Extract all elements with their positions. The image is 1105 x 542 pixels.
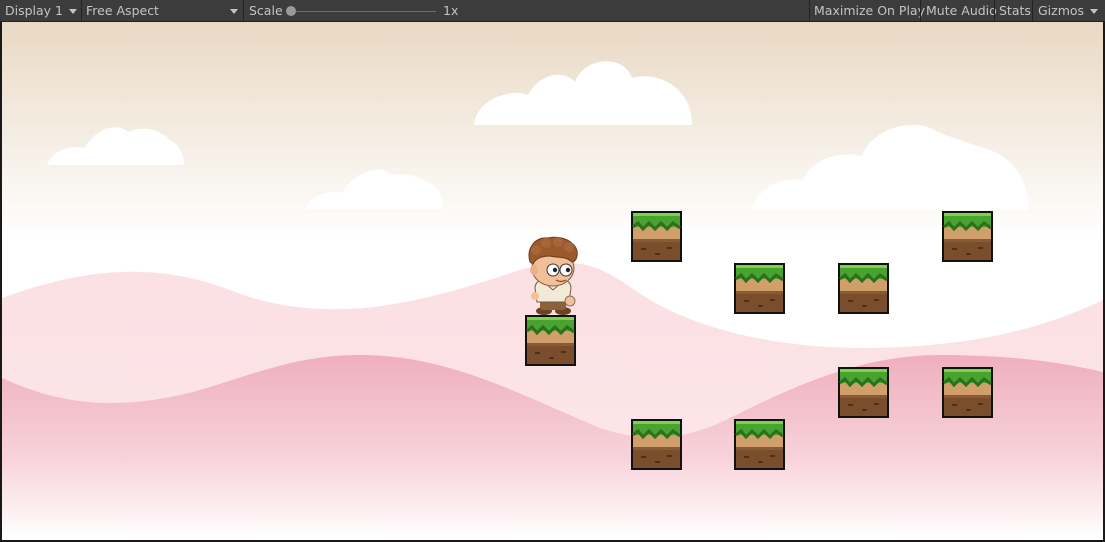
- scale-value: 1x: [443, 3, 459, 18]
- toolbar-divider: [243, 0, 244, 22]
- grass-block: [836, 261, 891, 316]
- toolbar-divider: [809, 0, 810, 22]
- toolbar-divider: [81, 0, 82, 22]
- grass-block: [629, 209, 684, 264]
- maximize-on-play-toggle[interactable]: Maximize On Play: [814, 0, 925, 22]
- gizmos-dropdown-caret-icon[interactable]: [1090, 9, 1098, 14]
- grass-block: [940, 209, 995, 264]
- scale-label: Scale: [249, 3, 283, 18]
- grass-block: [940, 365, 995, 420]
- stats-toggle[interactable]: Stats: [999, 0, 1031, 22]
- aspect-dropdown-caret-icon[interactable]: [230, 9, 238, 14]
- mute-audio-toggle[interactable]: Mute Audio: [926, 0, 997, 22]
- game-view-toolbar: Display 1 Free Aspect Scale 1x Maximize …: [0, 0, 1105, 22]
- scale-slider-track[interactable]: [290, 11, 436, 12]
- scale-slider-thumb[interactable]: [286, 6, 296, 16]
- toolbar-divider: [994, 0, 995, 22]
- toolbar-divider: [920, 0, 921, 22]
- grass-block: [836, 365, 891, 420]
- grass-block: [732, 261, 787, 316]
- grass-block: [523, 313, 578, 368]
- aspect-dropdown[interactable]: Free Aspect: [86, 0, 159, 22]
- display-dropdown-caret-icon[interactable]: [69, 9, 77, 14]
- gizmos-toggle[interactable]: Gizmos: [1038, 0, 1084, 22]
- display-dropdown[interactable]: Display 1: [5, 0, 63, 22]
- toolbar-divider: [1032, 0, 1033, 22]
- display-label: Display 1: [5, 3, 64, 18]
- aspect-label: Free Aspect: [86, 3, 159, 18]
- game-view-viewport[interactable]: [2, 22, 1103, 540]
- grass-block: [732, 417, 787, 472]
- grass-block: [629, 417, 684, 472]
